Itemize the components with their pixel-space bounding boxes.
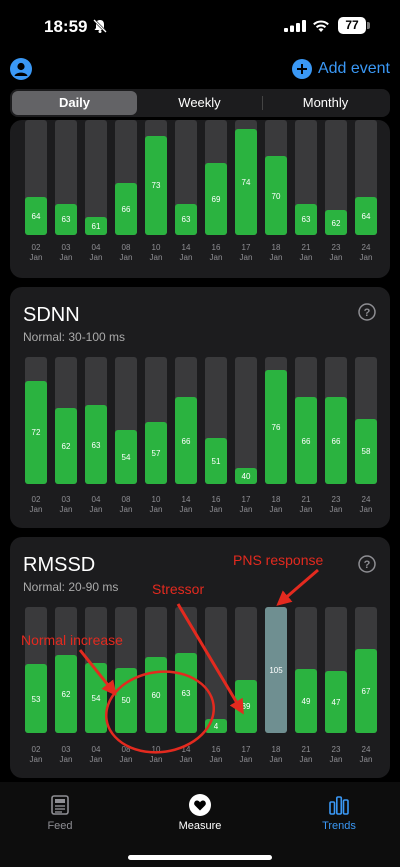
heart-icon: [189, 794, 211, 816]
annotation-overlay: [78, 568, 319, 754]
arrow-pns: [276, 568, 319, 606]
annotation-stressor: Stressor: [152, 581, 205, 597]
annotation-normal-increase: Normal increase: [21, 632, 123, 648]
annotation-pns-response: PNS response: [233, 552, 324, 568]
tab-measure[interactable]: Measure: [160, 794, 240, 832]
highlight-circle: [104, 670, 216, 754]
home-indicator: [128, 855, 272, 860]
tab-trends-label: Trends: [322, 820, 356, 832]
tab-feed-label: Feed: [47, 820, 73, 832]
chart-icon: [329, 796, 349, 815]
arrow-normal-increase: [78, 649, 117, 696]
newspaper-icon: [51, 795, 69, 815]
tab-measure-label: Measure: [178, 820, 222, 832]
tab-trends[interactable]: Trends: [299, 794, 379, 832]
tab-feed[interactable]: Feed: [20, 794, 100, 832]
